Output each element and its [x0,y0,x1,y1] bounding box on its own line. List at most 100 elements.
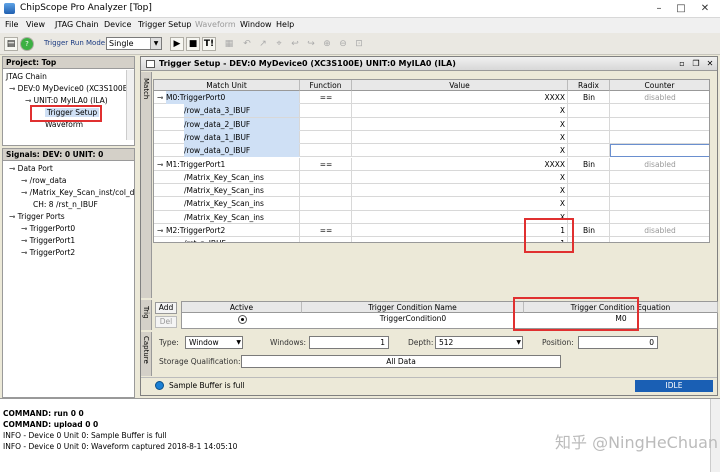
menu-trigger-setup[interactable]: Trigger Setup [138,20,191,29]
expand-icon[interactable]: ⊸ [157,224,163,237]
menu-jtag-chain[interactable]: JTAG Chain [55,20,99,29]
match-counter[interactable] [610,171,709,184]
match-counter[interactable] [610,184,709,197]
match-row[interactable]: /rst_n_IBUF1 [154,237,709,242]
match-counter[interactable]: disabled [610,91,709,104]
match-row[interactable]: /row_data_2_IBUF X [154,117,709,131]
maximize-button[interactable]: □ [674,2,688,15]
match-value[interactable]: X [352,131,568,144]
active-radio[interactable] [238,315,247,324]
match-counter[interactable] [610,211,709,224]
match-counter[interactable] [610,197,709,210]
match-row[interactable]: /Matrix_Key_Scan_ins X [154,170,709,185]
col-value[interactable]: Value [352,80,568,91]
expand-icon[interactable]: ⊸ [157,158,163,171]
match-side-tab[interactable]: Match [141,72,152,298]
expand-icon[interactable]: ⊸ [157,91,163,104]
jtag-cable-icon[interactable]: ▤ [4,37,18,51]
tree-jtag-chain[interactable]: JTAG Chain [6,72,47,81]
match-counter[interactable] [610,118,709,131]
match-row[interactable]: ⊸ M1:TriggerPort1 == XXXX Bin disabled [154,157,709,171]
prev-icon[interactable]: ↩ [288,37,302,51]
match-row[interactable]: ⊸ M2:TriggerPort2 == 1 Bin disabled [154,224,709,238]
condition-name[interactable]: TriggerCondition0 [302,314,524,323]
capture-side-tab[interactable]: Capture [141,332,152,376]
zoom-icon[interactable]: ▦ [222,37,236,51]
col-function[interactable]: Function [300,80,352,91]
match-function[interactable] [300,118,352,131]
run-mode-select[interactable]: Single ▼ [106,37,162,50]
menu-window[interactable]: Window [240,20,272,29]
tree-col-data[interactable]: ⊸ /Matrix_Key_Scan_inst/col_d [21,188,134,197]
tree-trigger-port0[interactable]: ⊸ TriggerPort0 [21,224,75,233]
tree-device[interactable]: ⊸ DEV:0 MyDevice0 (XC3S100E) [9,84,130,93]
minimize-button[interactable]: – [652,2,666,15]
match-function[interactable] [300,197,352,210]
match-radix[interactable] [568,104,610,117]
col-match-unit[interactable]: Match Unit [154,80,300,91]
marker-icon[interactable]: ⌖ [272,37,286,51]
zoom-fit-icon[interactable]: ⊡ [352,37,366,51]
tree-data-port[interactable]: ⊸ Data Port [9,164,53,173]
match-radix[interactable] [568,197,610,210]
menu-view[interactable]: View [26,20,45,29]
col-counter[interactable]: Counter [610,80,709,91]
match-function[interactable] [300,144,352,157]
match-function[interactable]: == [300,224,352,237]
match-value[interactable]: X [352,118,568,131]
match-unit[interactable]: /rst_n_IBUF [184,237,300,242]
match-counter[interactable]: disabled [610,224,709,237]
match-function[interactable] [300,211,352,224]
match-function[interactable]: == [300,158,352,171]
window-minimize-icon[interactable]: ▫ [677,59,687,68]
match-row[interactable]: /row_data_3_IBUF X [154,104,709,118]
match-radix[interactable]: Bin [568,224,610,237]
match-unit[interactable]: /Matrix_Key_Scan_ins [184,171,300,184]
match-radix[interactable] [568,184,610,197]
tree-trigger-ports[interactable]: ⊸ Trigger Ports [9,212,65,221]
match-row[interactable]: /Matrix_Key_Scan_ins X [154,210,709,224]
tree-trigger-port1[interactable]: ⊸ TriggerPort1 [21,236,75,245]
zoom-in-icon[interactable]: ⊕ [320,37,334,51]
tree-trigger-port2[interactable]: ⊸ TriggerPort2 [21,248,75,257]
match-radix[interactable]: Bin [568,158,610,171]
add-condition-button[interactable]: Add [155,302,177,314]
position-input[interactable]: 0 [578,336,658,349]
match-unit[interactable]: /Matrix_Key_Scan_ins [184,211,300,224]
match-function[interactable] [300,184,352,197]
match-unit[interactable]: M0:TriggerPort0 [166,91,300,104]
match-unit[interactable]: /Matrix_Key_Scan_ins [184,184,300,197]
match-value[interactable]: X [352,104,568,117]
tree-unit[interactable]: ⊸ UNIT:0 MyILA0 (ILA) [25,96,108,105]
match-function[interactable] [300,171,352,184]
match-unit[interactable]: /row_data_0_IBUF [184,144,300,158]
match-counter[interactable] [610,131,709,144]
menu-file[interactable]: File [5,20,18,29]
match-value[interactable]: X [352,184,568,197]
trig-side-tab[interactable]: Trig [141,300,152,330]
undo-icon[interactable]: ↶ [240,37,254,51]
run-icon[interactable]: ▶ [170,37,184,51]
status-indicator-icon[interactable]: ? [20,37,34,51]
match-value[interactable]: X [352,197,568,210]
trigger-immediate-button[interactable]: T! [202,37,216,51]
project-scrollbar[interactable] [126,70,134,140]
storage-qualification[interactable]: All Data [241,355,561,368]
depth-select[interactable]: 512 ▼ [435,336,523,349]
match-radix[interactable] [568,144,610,157]
menu-waveform[interactable]: Waveform [195,20,236,29]
match-unit[interactable]: M2:TriggerPort2 [166,224,300,237]
match-radix[interactable] [568,131,610,144]
match-counter[interactable] [610,104,709,117]
match-row[interactable]: /row_data_0_IBUF X [154,144,709,158]
match-value[interactable]: X [352,144,568,157]
match-function[interactable] [300,131,352,144]
window-close-icon[interactable]: ✕ [705,59,715,68]
match-counter[interactable]: disabled [610,158,709,171]
match-row[interactable]: /row_data_1_IBUF X [154,130,709,145]
delete-condition-button[interactable]: Del [155,316,177,328]
match-function[interactable] [300,237,352,242]
match-function[interactable] [300,104,352,117]
tree-row-data[interactable]: ⊸ /row_data [21,176,66,185]
menu-device[interactable]: Device [104,20,131,29]
